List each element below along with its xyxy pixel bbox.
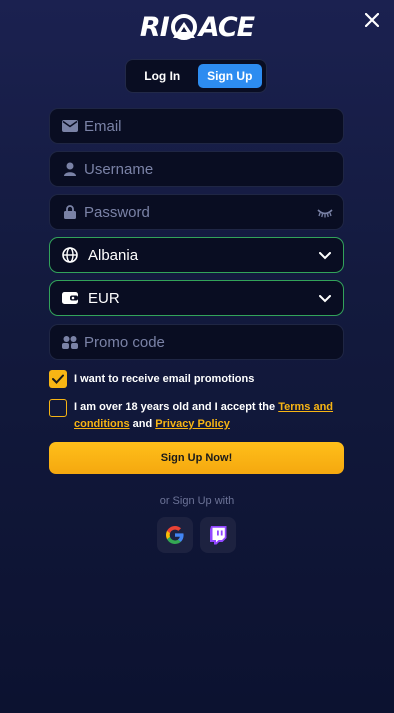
tab-signup[interactable]: Sign Up xyxy=(197,64,262,88)
signup-submit-button[interactable]: Sign Up Now! xyxy=(49,442,344,474)
google-signup-button[interactable] xyxy=(157,517,193,553)
chevron-down-icon xyxy=(317,248,333,264)
auth-tabs: Log In Sign Up xyxy=(125,59,267,93)
privacy-link[interactable]: Privacy Policy xyxy=(155,418,230,430)
twitch-icon xyxy=(210,526,227,545)
username-input[interactable] xyxy=(84,160,304,178)
promotions-check-row: I want to receive email promotions xyxy=(49,370,254,388)
country-select[interactable]: Albania xyxy=(49,237,344,273)
logo-text-left: RI xyxy=(139,11,170,43)
eye-closed-icon[interactable] xyxy=(317,205,333,221)
terms-text-mid: and xyxy=(129,418,156,430)
terms-label: I am over 18 years old and I accept the … xyxy=(74,399,344,433)
users-icon xyxy=(62,334,78,350)
wallet-icon xyxy=(62,290,78,306)
email-field[interactable] xyxy=(49,108,344,144)
username-field[interactable] xyxy=(49,151,344,187)
tab-login[interactable]: Log In xyxy=(130,64,195,88)
user-icon xyxy=(62,161,78,177)
brand-logo: RI ACE xyxy=(0,10,394,44)
twitch-signup-button[interactable] xyxy=(200,517,236,553)
terms-check-row: I am over 18 years old and I accept the … xyxy=(49,399,344,433)
logo-mark-icon xyxy=(169,12,199,42)
envelope-icon xyxy=(62,118,78,134)
currency-select[interactable]: EUR xyxy=(49,280,344,316)
password-input[interactable] xyxy=(84,203,304,221)
close-button[interactable] xyxy=(362,10,382,30)
logo-text-right: ACE xyxy=(198,11,255,43)
email-input[interactable] xyxy=(84,117,304,135)
lock-icon xyxy=(62,204,78,220)
promo-input[interactable] xyxy=(84,333,304,351)
chevron-down-icon xyxy=(317,291,333,307)
password-field[interactable] xyxy=(49,194,344,230)
terms-checkbox[interactable] xyxy=(49,399,67,417)
currency-value: EUR xyxy=(88,289,120,307)
close-icon xyxy=(364,12,380,28)
globe-icon xyxy=(62,247,78,263)
promo-field[interactable] xyxy=(49,324,344,360)
promotions-label: I want to receive email promotions xyxy=(74,373,255,385)
promotions-checkbox[interactable] xyxy=(49,370,67,388)
country-value: Albania xyxy=(88,246,139,264)
terms-text-before: I am over 18 years old and I accept the xyxy=(74,401,279,413)
social-signup-label: or Sign Up with xyxy=(159,495,235,507)
checkmark-icon xyxy=(52,374,64,384)
google-icon xyxy=(166,526,184,544)
